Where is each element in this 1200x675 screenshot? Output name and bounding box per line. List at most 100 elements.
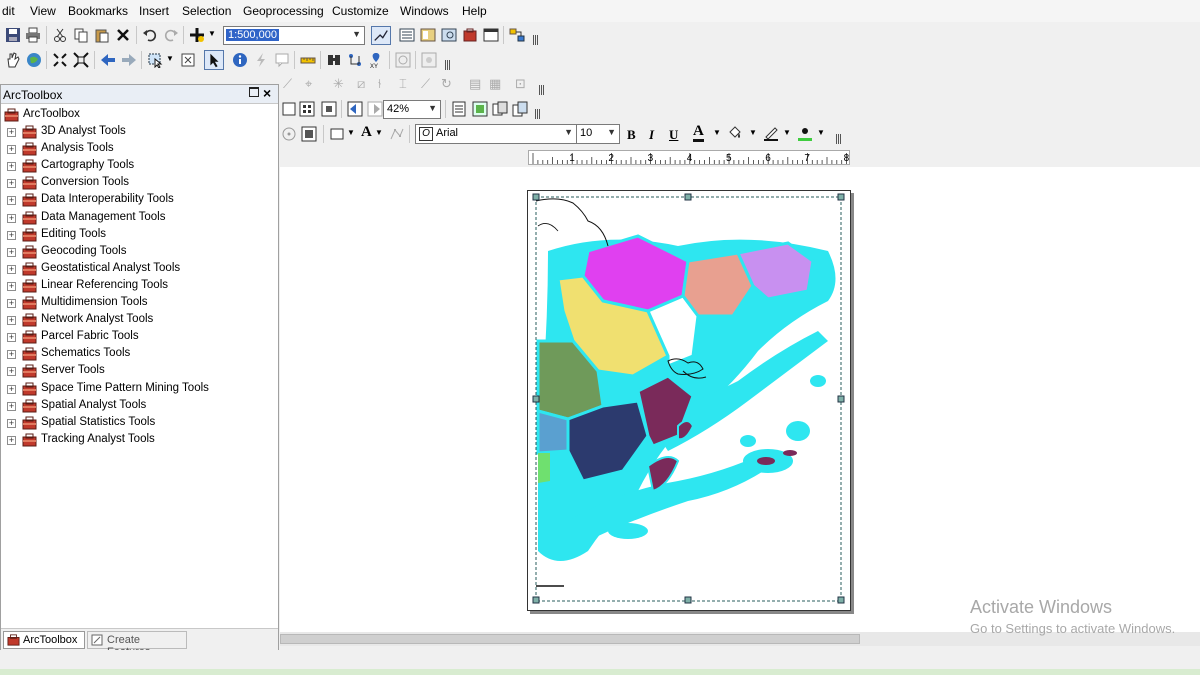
map-scale-combo[interactable]: 1:500,000 ▼	[223, 26, 365, 45]
save-icon[interactable]	[5, 27, 21, 43]
sketch-icon[interactable]: ⟋	[421, 76, 430, 92]
chevron-down-icon[interactable]: ▼	[749, 128, 757, 137]
expand-icon[interactable]: +	[7, 145, 16, 155]
back-extent-icon[interactable]	[100, 52, 116, 68]
toolbox-item[interactable]: + Data Management Tools	[1, 210, 277, 227]
attributes-icon[interactable]: ▤	[469, 76, 481, 92]
menu-bookmarks[interactable]: Bookmarks	[68, 4, 128, 18]
split-tool-icon[interactable]: ⧄	[357, 76, 365, 92]
arctoolbox-window-icon[interactable]	[462, 27, 478, 43]
chevron-down-icon[interactable]: ▼	[375, 128, 383, 137]
toolbox-item[interactable]: + Network Analyst Tools	[1, 312, 277, 329]
expand-icon[interactable]: +	[7, 196, 16, 206]
toolbox-item[interactable]: + Editing Tools	[1, 227, 277, 244]
toolbar-options-grip[interactable]	[836, 134, 841, 144]
expand-icon[interactable]: +	[7, 418, 16, 428]
menu-edit[interactable]: dit	[2, 4, 15, 18]
scrollbar-thumb[interactable]	[280, 634, 860, 644]
expand-icon[interactable]: +	[7, 384, 16, 394]
tab-create-features[interactable]: Create Features	[87, 631, 187, 658]
marker-color-icon[interactable]	[797, 125, 813, 141]
expand-icon[interactable]: +	[7, 247, 16, 257]
sketch-properties-icon[interactable]: ▦	[489, 76, 501, 92]
fixed-zoom-in-icon[interactable]	[52, 52, 68, 68]
toolbox-item[interactable]: + Cartography Tools	[1, 158, 277, 175]
toolbox-item[interactable]: + Space Time Pattern Mining Tools	[1, 381, 277, 398]
toolbox-item[interactable]: + Schematics Tools	[1, 346, 277, 363]
print-icon[interactable]	[25, 27, 41, 43]
edit-tool-icon[interactable]: ⟋	[283, 76, 292, 92]
chevron-down-icon[interactable]: ▼	[607, 127, 616, 137]
menu-windows[interactable]: Windows	[400, 4, 449, 18]
reshape-tool-icon[interactable]: ⫮	[378, 76, 381, 92]
identify-icon[interactable]	[232, 52, 248, 68]
close-icon[interactable]: ×	[263, 85, 271, 101]
fixed-zoom-layout-icon[interactable]	[299, 101, 315, 117]
python-window-icon[interactable]	[483, 27, 499, 43]
expand-icon[interactable]: +	[7, 281, 16, 291]
cut-polygons-icon[interactable]: ⌶	[399, 76, 407, 92]
menu-view[interactable]: View	[30, 4, 56, 18]
straight-segment-icon[interactable]: ✳	[333, 76, 344, 92]
modelbuilder-icon[interactable]	[509, 27, 525, 43]
menu-help[interactable]: Help	[462, 4, 487, 18]
measure-icon[interactable]	[300, 52, 316, 68]
layout-zoom-combo[interactable]: 42% ▼	[383, 100, 441, 119]
add-data-icon[interactable]	[189, 27, 205, 43]
menu-geoprocessing[interactable]: Geoprocessing	[243, 4, 324, 18]
cut-icon[interactable]	[52, 27, 68, 43]
paste-icon[interactable]	[94, 27, 110, 43]
toolbar-options-grip[interactable]	[539, 85, 544, 95]
menu-insert[interactable]: Insert	[139, 4, 169, 18]
expand-icon[interactable]: +	[7, 299, 16, 308]
expand-icon[interactable]: +	[7, 435, 16, 445]
toolbox-item[interactable]: + Spatial Analyst Tools	[1, 398, 277, 415]
catalog-window-icon[interactable]	[420, 27, 436, 43]
toolbar-options-grip[interactable]	[445, 60, 450, 70]
chevron-down-icon[interactable]: ▼	[817, 128, 825, 137]
pin-window-icon[interactable]	[249, 87, 259, 97]
chevron-down-icon[interactable]: ▼	[166, 54, 174, 63]
zoom-whole-page-icon[interactable]	[281, 101, 297, 117]
toggle-draft-mode-icon[interactable]	[451, 101, 467, 117]
focus-data-frame-icon[interactable]	[472, 101, 488, 117]
zoom-to-selected-icon[interactable]	[301, 126, 317, 142]
find-route-icon[interactable]	[347, 52, 363, 68]
expand-icon[interactable]: +	[7, 367, 16, 377]
find-icon[interactable]	[326, 52, 342, 68]
expand-icon[interactable]: +	[7, 333, 16, 343]
toolbox-item[interactable]: + Geocoding Tools	[1, 244, 277, 261]
edit-vertices-icon[interactable]: ⌖	[305, 76, 312, 92]
toolbox-item[interactable]: + Multidimension Tools	[1, 295, 277, 312]
tab-arctoolbox[interactable]: ArcToolbox	[3, 631, 85, 649]
change-layout-icon[interactable]	[492, 101, 508, 117]
expand-icon[interactable]: +	[7, 316, 16, 326]
go-to-xy-icon[interactable]: XY	[368, 52, 384, 68]
clear-selection-icon[interactable]	[180, 52, 196, 68]
bold-button[interactable]: B	[627, 127, 636, 143]
toolbox-item[interactable]: + Geostatistical Analyst Tools	[1, 261, 277, 278]
delete-icon[interactable]	[115, 27, 131, 43]
toolbox-root[interactable]: ArcToolbox	[1, 107, 277, 124]
font-color-button[interactable]: A	[693, 124, 704, 142]
expand-icon[interactable]: +	[7, 179, 16, 189]
expand-icon[interactable]: +	[7, 264, 16, 274]
map-data-frame[interactable]	[528, 191, 852, 612]
expand-icon[interactable]: +	[7, 162, 16, 172]
fixed-zoom-out-icon[interactable]	[73, 52, 89, 68]
toolbox-item[interactable]: + Tracking Analyst Tools	[1, 432, 277, 449]
rectangle-icon[interactable]	[329, 126, 345, 142]
expand-icon[interactable]: +	[7, 350, 16, 360]
chevron-down-icon[interactable]: ▼	[564, 127, 573, 137]
toolbox-item[interactable]: + Conversion Tools	[1, 175, 277, 192]
chevron-down-icon[interactable]: ▼	[352, 29, 361, 39]
toolbar-options-grip[interactable]	[533, 35, 538, 45]
rotate-element-icon[interactable]	[281, 126, 297, 142]
create-features-icon[interactable]: ⊡	[515, 76, 526, 92]
chevron-down-icon[interactable]: ▼	[208, 29, 216, 38]
full-extent-icon[interactable]	[26, 52, 42, 68]
underline-button[interactable]: U	[669, 127, 678, 143]
fixed-zoom-out-layout-icon[interactable]	[321, 101, 337, 117]
redo-icon[interactable]	[163, 27, 179, 43]
chevron-down-icon[interactable]: ▼	[783, 128, 791, 137]
